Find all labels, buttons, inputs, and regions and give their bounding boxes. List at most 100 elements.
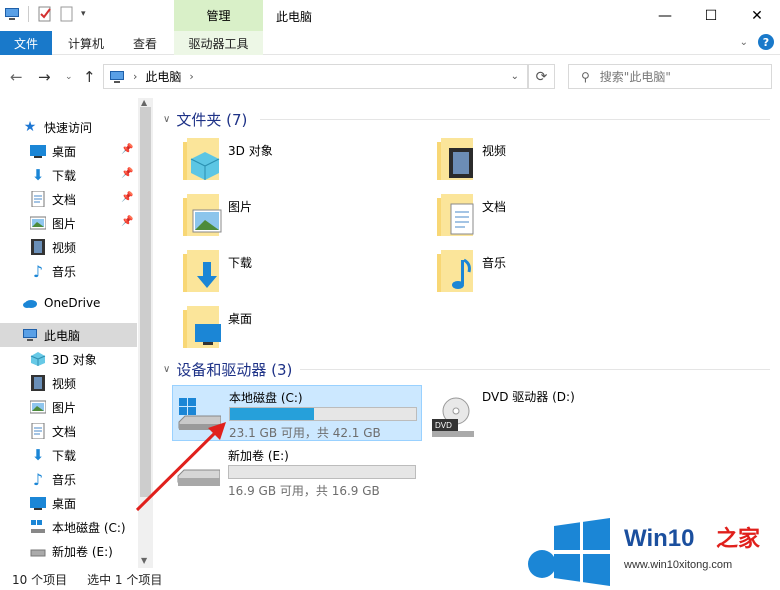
nav-quick-access[interactable]: ★ 快速访问	[0, 115, 137, 139]
this-pc-icon	[22, 327, 38, 343]
document-icon	[30, 423, 46, 439]
nav-pc-3d-objects[interactable]: 3D 对象	[0, 347, 137, 371]
new-folder-icon[interactable]	[59, 6, 75, 22]
content-area: ∨ 文件夹 (7) 3D 对象 视频 图片 文档 下载 音乐 桌面 ∨ 设备和驱…	[135, 98, 780, 568]
desktop-icon	[30, 143, 46, 159]
pin-icon[interactable]: 📌	[121, 144, 133, 155]
drive-size: 23.1 GB 可用，共 42.1 GB	[229, 426, 381, 440]
nav-pc-desktop[interactable]: 桌面	[0, 491, 137, 515]
scroll-down-icon[interactable]: ▼	[141, 556, 147, 565]
nav-this-pc[interactable]: 此电脑	[0, 323, 137, 347]
folder-documents[interactable]: 文档	[437, 194, 667, 244]
maximize-button[interactable]: ☐	[688, 0, 734, 31]
nav-pc-downloads[interactable]: ⬇ 下载	[0, 443, 137, 467]
search-input[interactable]: ⚲ 搜索"此电脑"	[568, 64, 772, 89]
tab-computer[interactable]: 计算机	[58, 31, 114, 55]
back-icon[interactable]: ←	[10, 68, 23, 86]
folder-pictures[interactable]: 图片	[183, 194, 413, 244]
collapse-chevron-icon[interactable]: ∨	[163, 114, 170, 125]
tab-file[interactable]: 文件	[0, 31, 52, 55]
up-icon[interactable]: ↑	[83, 68, 96, 86]
watermark-logo: Win10 之家 www.win10xitong.com	[528, 516, 780, 590]
cloud-icon	[22, 295, 38, 311]
folder-downloads[interactable]: 下载	[183, 250, 413, 300]
nav-pc-drive-c[interactable]: 本地磁盘 (C:)	[0, 515, 137, 539]
properties-icon[interactable]	[37, 6, 53, 22]
search-placeholder: 搜索"此电脑"	[599, 70, 671, 84]
tab-view[interactable]: 查看	[118, 31, 172, 55]
nav-label: 快速访问	[44, 120, 93, 135]
nav-label: 桌面	[52, 144, 77, 159]
collapse-chevron-icon[interactable]: ∨	[163, 364, 170, 375]
picture-icon	[30, 399, 46, 415]
close-button[interactable]: ✕	[734, 0, 780, 31]
breadcrumb-separator-icon[interactable]: ›	[189, 70, 193, 83]
download-arrow-icon: ⬇	[31, 166, 45, 184]
nav-quick-documents[interactable]: 文档 📌	[0, 187, 137, 211]
item-count: 10 个项目	[12, 572, 68, 587]
pin-icon[interactable]: 📌	[121, 168, 133, 179]
forward-icon[interactable]: →	[38, 68, 51, 86]
address-dropdown-icon[interactable]: ⌄	[511, 71, 519, 82]
nav-quick-videos[interactable]: 视频	[0, 235, 137, 259]
film-icon	[30, 375, 46, 391]
drive-usage-bar	[229, 407, 417, 421]
dvd-drive-icon: DVD	[430, 397, 474, 437]
qat-customize-icon[interactable]: ▾	[81, 9, 86, 19]
folder-name: 图片	[228, 200, 253, 214]
refresh-button[interactable]: ⟳	[528, 64, 555, 89]
folder-videos[interactable]: 视频	[437, 138, 667, 188]
drive-usage-bar	[228, 465, 416, 479]
annotation-arrow-icon	[135, 422, 226, 512]
divider	[260, 119, 770, 120]
nav-onedrive[interactable]: OneDrive	[0, 291, 137, 315]
downloads-folder-icon	[183, 250, 223, 296]
nav-label: 图片	[52, 216, 77, 231]
pin-icon[interactable]: 📌	[121, 216, 133, 227]
watermark-suffix: 之家	[716, 526, 761, 552]
nav-label: 此电脑	[44, 328, 81, 343]
nav-pc-drive-e[interactable]: 新加卷 (E:)	[0, 539, 137, 563]
breadcrumb-separator-icon[interactable]: ›	[133, 70, 137, 83]
nav-quick-desktop[interactable]: 桌面 📌	[0, 139, 137, 163]
scroll-up-icon[interactable]: ▲	[141, 98, 147, 107]
nav-pc-videos[interactable]: 视频	[0, 371, 137, 395]
documents-folder-icon	[437, 194, 477, 240]
folders-group-header[interactable]: ∨ 文件夹 (7)	[163, 108, 247, 130]
folder-name: 文档	[482, 200, 507, 214]
desktop-icon	[30, 495, 46, 511]
address-bar[interactable]: › 此电脑 › ⌄	[103, 64, 528, 89]
nav-pc-music[interactable]: ♪ 音乐	[0, 467, 137, 491]
nav-quick-music[interactable]: ♪ 音乐	[0, 259, 137, 283]
watermark-url: www.win10xitong.com	[623, 559, 732, 571]
folder-name: 下载	[228, 256, 253, 270]
nav-label: 3D 对象	[52, 352, 97, 367]
nav-pc-pictures[interactable]: 图片	[0, 395, 137, 419]
watermark-brand: Win10	[624, 525, 694, 552]
folder-3d-objects[interactable]: 3D 对象	[183, 138, 413, 188]
ribbon-tabs: 文件 计算机 查看 驱动器工具 ⌄ ?	[0, 31, 780, 55]
recent-locations-icon[interactable]: ⌄	[65, 72, 73, 82]
nav-quick-pictures[interactable]: 图片 📌	[0, 211, 137, 235]
selected-count: 选中 1 个项目	[87, 572, 163, 587]
help-icon[interactable]: ?	[758, 34, 774, 50]
search-icon: ⚲	[581, 69, 590, 84]
pin-icon[interactable]: 📌	[121, 192, 133, 203]
nav-pc-documents[interactable]: 文档	[0, 419, 137, 443]
nav-quick-downloads[interactable]: ⬇ 下载 📌	[0, 163, 137, 187]
folder-name: 3D 对象	[228, 144, 273, 158]
music-note-icon: ♪	[32, 261, 44, 281]
drives-group-header[interactable]: ∨ 设备和驱动器 (3)	[163, 358, 292, 380]
drive-dvd[interactable]: DVD DVD 驱动器 (D:)	[426, 385, 676, 441]
folder-music[interactable]: 音乐	[437, 250, 667, 300]
breadcrumb-item[interactable]: 此电脑	[145, 68, 181, 85]
music-note-icon: ♪	[32, 469, 44, 489]
expand-ribbon-icon[interactable]: ⌄	[740, 37, 748, 48]
folder-desktop[interactable]: 桌面	[183, 306, 413, 356]
nav-label: 本地磁盘 (C:)	[52, 520, 126, 535]
folder-name: 音乐	[482, 256, 507, 270]
minimize-button[interactable]: —	[642, 0, 688, 31]
videos-folder-icon	[437, 138, 477, 184]
tab-drive-tools[interactable]: 驱动器工具	[174, 31, 263, 55]
title-bar: ▾ 管理 此电脑 — ☐ ✕	[0, 0, 780, 31]
